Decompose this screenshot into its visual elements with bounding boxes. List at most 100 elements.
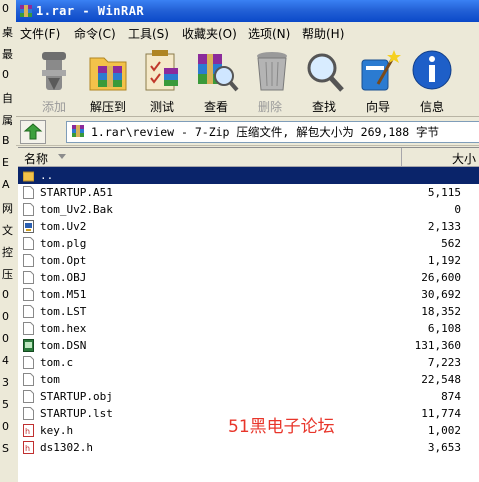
desktop-edge-char: 0	[2, 68, 9, 81]
file-name: STARTUP.A51	[40, 186, 113, 199]
column-size-header[interactable]: 大小	[402, 148, 479, 166]
file-icon	[23, 356, 34, 369]
file-size: 22,548	[421, 373, 461, 386]
title-bar[interactable]: 1.rar - WinRAR	[16, 0, 479, 22]
extract-to-label: 解压到	[89, 100, 126, 114]
menu-tools[interactable]: 工具(S)	[128, 25, 169, 42]
test-button[interactable]: 测试	[140, 46, 184, 114]
parent-folder-icon	[23, 171, 34, 182]
desktop-edge-char: 最	[2, 48, 13, 61]
window-title: 1.rar - WinRAR	[36, 4, 145, 18]
add-icon	[42, 52, 66, 90]
delete-button[interactable]: 删除	[248, 46, 292, 114]
file-size: 874	[441, 390, 461, 403]
file-row[interactable]: tom.plg 562	[18, 235, 479, 252]
desktop-edge-char: S	[2, 442, 9, 455]
file-size: 30,692	[421, 288, 461, 301]
svg-text:h: h	[25, 427, 30, 436]
column-name-label: 名称	[24, 152, 49, 166]
menu-bar: 文件(F) 命令(C) 工具(S) 收藏夹(O) 选项(N) 帮助(H)	[16, 22, 479, 42]
file-size: 562	[441, 237, 461, 250]
file-size: 11,774	[421, 407, 461, 420]
view-label: 查看	[203, 100, 228, 114]
file-name: tom.M51	[40, 288, 87, 301]
menu-favorites[interactable]: 收藏夹(O)	[182, 25, 237, 42]
wizard-label: 向导	[365, 100, 390, 114]
file-row[interactable]: tom.OBJ 26,600	[18, 269, 479, 286]
list-header: 名称 大小	[18, 148, 479, 167]
file-size: 1,002	[427, 424, 461, 437]
dsn-file-icon	[23, 339, 34, 352]
address-path: 1.rar\review - 7-Zip 压缩文件, 解包大小为 269,188…	[91, 125, 440, 139]
menu-help[interactable]: 帮助(H)	[302, 25, 344, 42]
delete-icon	[257, 52, 287, 91]
file-row[interactable]: tom_Uv2.Bak 0	[18, 201, 479, 218]
menu-options[interactable]: 选项(N)	[248, 25, 290, 42]
file-row[interactable]: h ds1302.h 3,653	[18, 439, 479, 456]
find-icon	[307, 53, 344, 92]
file-row[interactable]: tom.Uv2 2,133	[18, 218, 479, 235]
file-icon	[23, 237, 34, 250]
wizard-button[interactable]: 向导	[356, 46, 401, 114]
watermark-text: 51黑电子论坛	[228, 417, 335, 437]
wizard-icon	[361, 50, 401, 91]
find-button[interactable]: 查找	[302, 46, 346, 114]
add-button[interactable]: 添加	[32, 46, 76, 114]
file-row[interactable]: STARTUP.obj 874	[18, 388, 479, 405]
desktop-edge-char: 自	[2, 92, 13, 105]
up-folder-button[interactable]	[20, 120, 46, 144]
file-icon	[23, 203, 34, 216]
address-field[interactable]: 1.rar\review - 7-Zip 压缩文件, 解包大小为 269,188…	[66, 121, 479, 143]
toolbar: 添加 解压到 测试 查看 删除 查找 向导 信息	[16, 42, 479, 117]
file-name: tom.OBJ	[40, 271, 87, 284]
menu-file[interactable]: 文件(F)	[20, 25, 60, 42]
desktop-edge-char: 3	[2, 376, 9, 389]
file-name: key.h	[40, 424, 74, 437]
info-button[interactable]: 信息	[410, 46, 454, 114]
file-size: 26,600	[421, 271, 461, 284]
column-name-header[interactable]: 名称	[18, 148, 402, 166]
up-arrow-icon	[23, 123, 43, 140]
file-row[interactable]: tom 22,548	[18, 371, 479, 388]
desktop-edge-char: E	[2, 156, 9, 169]
file-row[interactable]: ..	[18, 167, 479, 184]
file-name: tom.LST	[40, 305, 87, 318]
column-size-label: 大小	[451, 152, 476, 166]
file-size: 131,360	[414, 339, 461, 352]
view-button[interactable]: 查看	[194, 46, 239, 114]
file-icon	[23, 322, 34, 335]
file-row[interactable]: tom.hex 6,108	[18, 320, 479, 337]
file-list[interactable]: 名称 大小 .. STARTUP.A51 5,115 tom_Uv2.Bak 0 tom.…	[18, 147, 479, 482]
info-label: 信息	[419, 100, 444, 114]
file-icon	[23, 254, 34, 267]
file-row[interactable]: tom.Opt 1,192	[18, 252, 479, 269]
file-icon	[23, 288, 34, 301]
file-name: tom.Uv2	[40, 220, 87, 233]
desktop-edge-char: A	[2, 178, 10, 191]
desktop-edge-char: 5	[2, 398, 9, 411]
desktop-edge-char: 文	[2, 224, 13, 237]
address-bar: 1.rar\review - 7-Zip 压缩文件, 解包大小为 269,188…	[16, 117, 479, 146]
file-row[interactable]: STARTUP.A51 5,115	[18, 184, 479, 201]
file-row[interactable]: tom.M51 30,692	[18, 286, 479, 303]
desktop-edge-char: 0	[2, 288, 9, 301]
file-size: 3,653	[427, 441, 461, 454]
desktop-edge-char: 4	[2, 354, 9, 367]
info-icon	[412, 50, 452, 90]
file-name: tom.Opt	[40, 254, 87, 267]
desktop-edge-char: 压	[2, 268, 13, 281]
file-row[interactable]: tom.DSN 131,360	[18, 337, 479, 354]
file-icon	[23, 186, 34, 199]
uv2-file-icon	[23, 220, 34, 233]
extract-to-button[interactable]: 解压到	[86, 46, 130, 114]
menu-commands[interactable]: 命令(C)	[74, 25, 116, 42]
add-label: 添加	[41, 100, 66, 114]
file-name: tom.c	[40, 356, 74, 369]
file-name: tom.hex	[40, 322, 87, 335]
file-icon	[23, 305, 34, 318]
winrar-window: 1.rar - WinRAR 文件(F) 命令(C) 工具(S) 收藏夹(O) …	[16, 0, 479, 482]
file-row[interactable]: tom.LST 18,352	[18, 303, 479, 320]
desktop-edge-char: 0	[2, 420, 9, 433]
file-size: 1,192	[427, 254, 461, 267]
file-row[interactable]: tom.c 7,223	[18, 354, 479, 371]
